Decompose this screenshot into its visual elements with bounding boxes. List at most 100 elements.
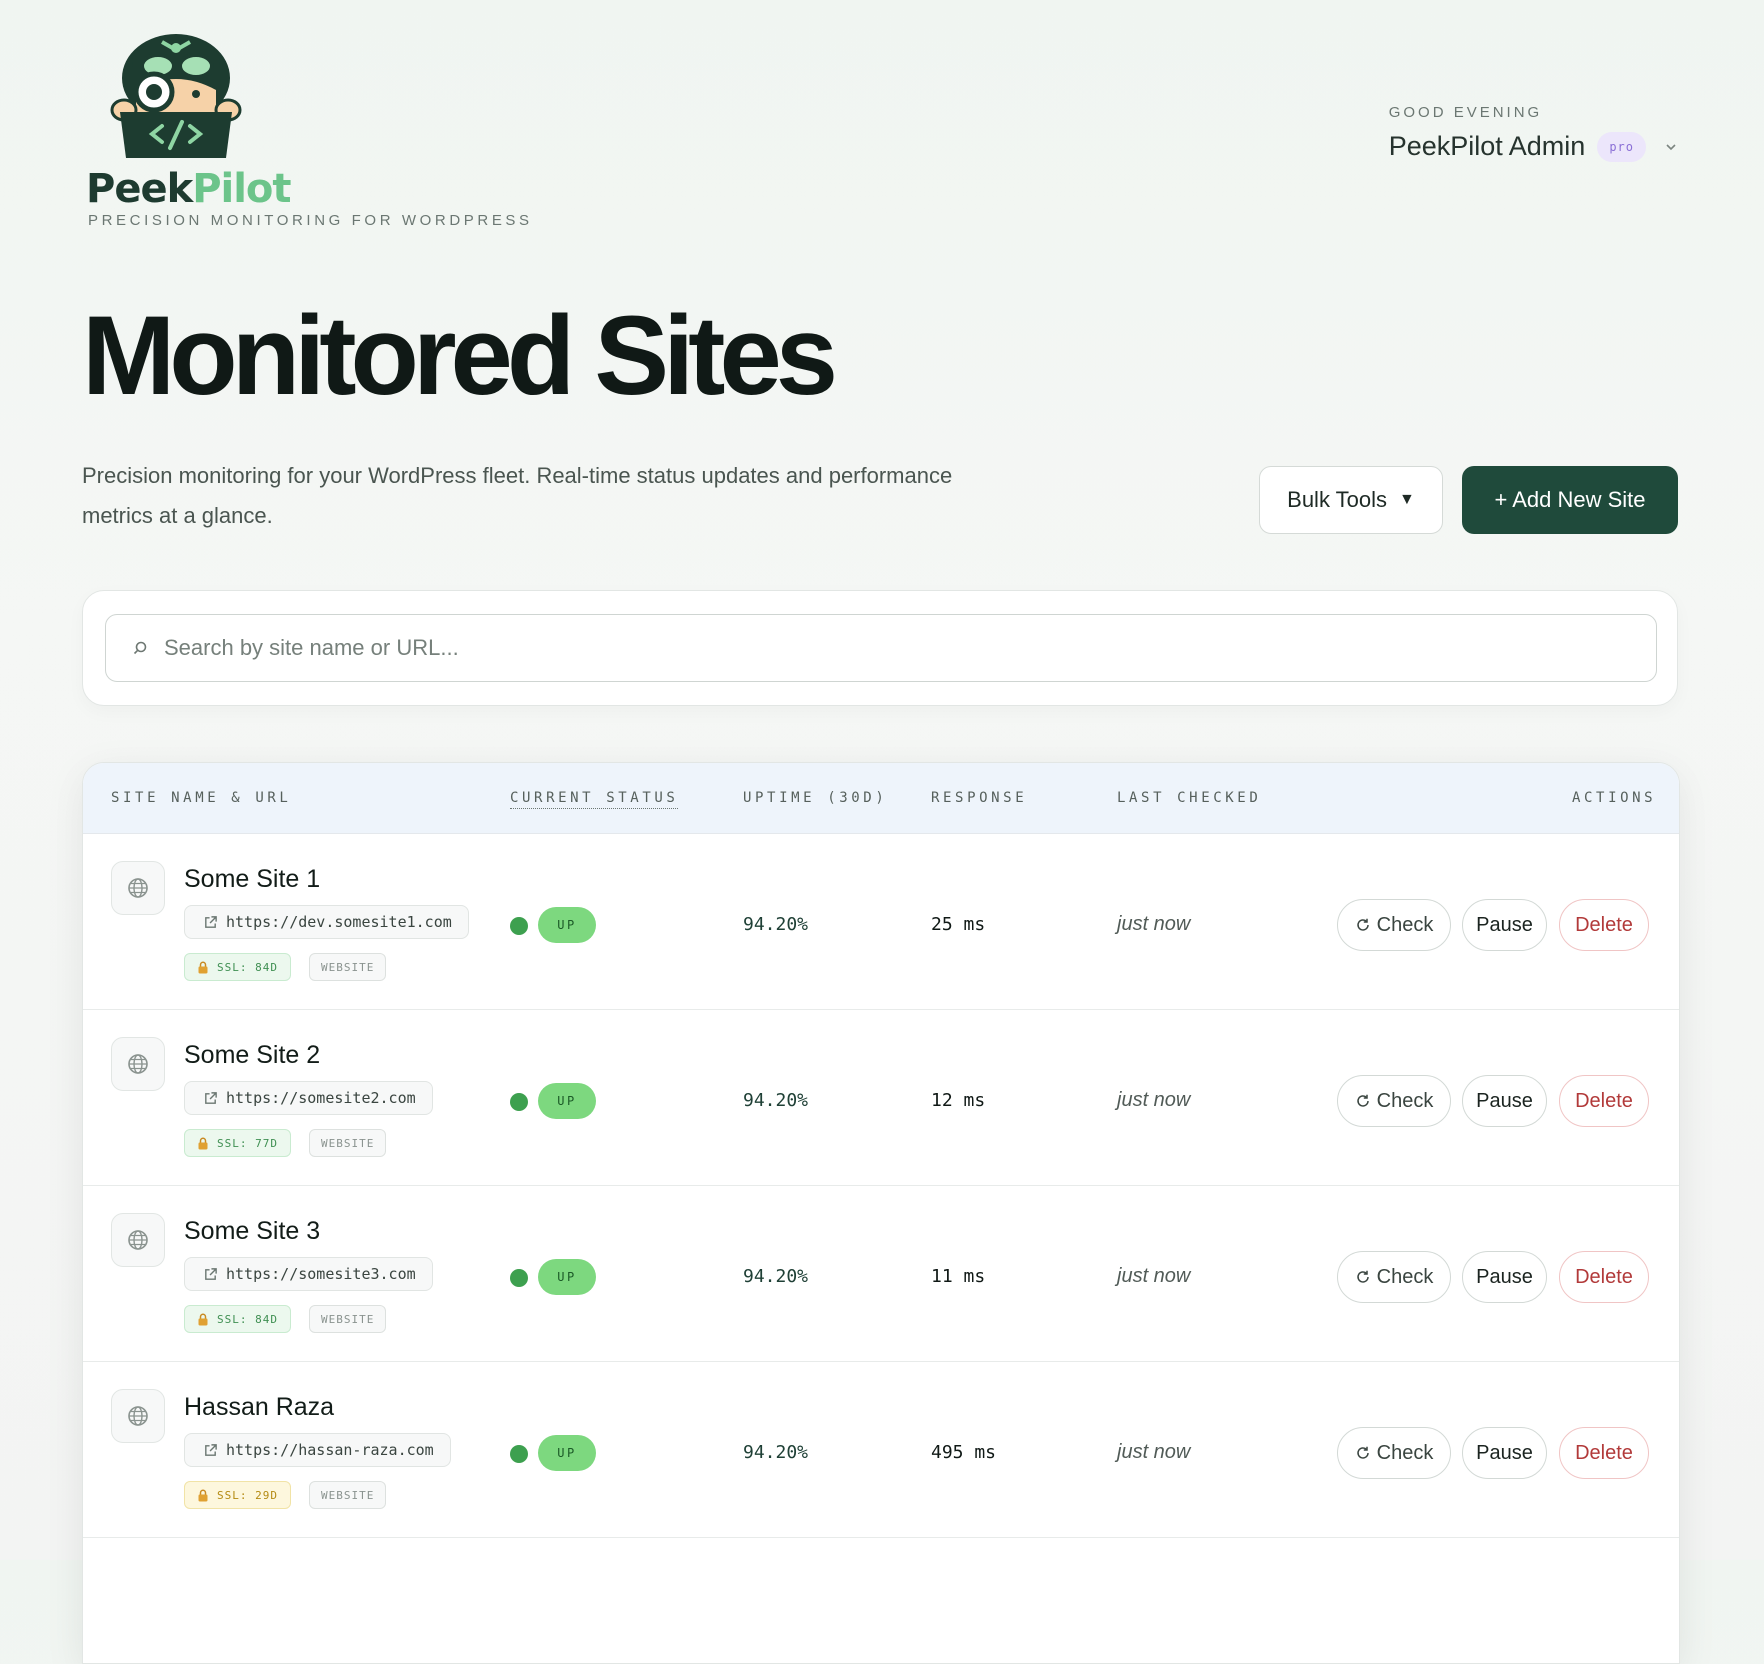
globe-icon	[111, 1389, 165, 1443]
status-dot	[510, 917, 528, 935]
site-name[interactable]: Some Site 2	[184, 1041, 320, 1070]
pause-button[interactable]: Pause	[1462, 1251, 1547, 1303]
delete-label: Delete	[1575, 1089, 1633, 1112]
ssl-badge: SSL: 84D	[184, 1305, 291, 1333]
site-name[interactable]: Some Site 1	[184, 865, 320, 894]
site-url: https://somesite3.com	[226, 1265, 416, 1283]
pause-button[interactable]: Pause	[1462, 1075, 1547, 1127]
user-name: PeekPilot Admin	[1388, 131, 1586, 161]
check-label: Check	[1376, 1265, 1434, 1288]
status-badge: UP	[538, 907, 596, 943]
sites-table: SITE NAME & URL CURRENT STATUS UPTIME (3…	[82, 762, 1680, 1664]
header-status[interactable]: CURRENT STATUS	[510, 790, 679, 809]
status-dot	[510, 1093, 528, 1111]
site-name[interactable]: Hassan Raza	[184, 1393, 334, 1422]
header-last-checked: LAST CHECKED	[1117, 790, 1262, 806]
caret-down-icon: ▼	[1399, 491, 1415, 508]
header-response: RESPONSE	[931, 790, 1028, 806]
ssl-days: SSL: 84D	[217, 960, 278, 974]
delete-button[interactable]: Delete	[1559, 1075, 1649, 1127]
search-input[interactable]	[162, 634, 1566, 662]
external-link-icon	[205, 915, 217, 928]
page-subtitle: Precision monitoring for your WordPress …	[82, 463, 953, 528]
site-name[interactable]: Some Site 3	[184, 1217, 320, 1246]
pro-badge: pro	[1597, 131, 1646, 162]
status-dot	[510, 1445, 528, 1463]
search-box[interactable]	[105, 614, 1657, 682]
user-row[interactable]: PeekPilot Admin pro	[1389, 131, 1678, 162]
globe-icon	[111, 1213, 165, 1267]
uptime-value: 94.20%	[743, 1266, 809, 1287]
check-button[interactable]: Check	[1337, 1251, 1451, 1303]
brand-name-part1: Peek	[86, 166, 193, 212]
refresh-icon	[1356, 1094, 1369, 1107]
user-menu[interactable]: GOOD EVENING PeekPilot Admin pro	[1389, 104, 1678, 162]
ssl-badge: SSL: 77D	[184, 1129, 291, 1157]
site-url-link[interactable]: https://hassan-raza.com	[184, 1433, 451, 1467]
external-link-icon	[205, 1267, 217, 1280]
mascot-logo-icon	[110, 34, 242, 158]
site-url: https://hassan-raza.com	[226, 1441, 434, 1459]
check-button[interactable]: Check	[1337, 899, 1451, 951]
site-url-link[interactable]: https://somesite2.com	[184, 1081, 433, 1115]
pause-label: Pause	[1476, 1265, 1533, 1288]
status-dot	[510, 1269, 528, 1287]
status-badge: UP	[538, 1083, 596, 1119]
response-time: 495 ms	[931, 1442, 997, 1463]
check-button[interactable]: Check	[1337, 1427, 1451, 1479]
site-type-badge: WEBSITE	[309, 1305, 387, 1333]
pause-button[interactable]: Pause	[1462, 899, 1547, 951]
table-row: Some Site 2 https://somesite2.com SSL: 7…	[83, 1009, 1679, 1186]
table-row: Some Site 1 https://dev.somesite1.com SS…	[83, 833, 1679, 1010]
greeting-label: GOOD EVENING	[1388, 104, 1543, 121]
external-link-icon	[205, 1443, 217, 1456]
ssl-days: SSL: 29D	[217, 1488, 278, 1502]
delete-button[interactable]: Delete	[1559, 899, 1649, 951]
uptime-value: 94.20%	[743, 1090, 809, 1111]
delete-label: Delete	[1575, 1441, 1633, 1464]
pause-label: Pause	[1476, 1089, 1533, 1112]
delete-label: Delete	[1575, 913, 1633, 936]
pause-label: Pause	[1476, 1441, 1533, 1464]
uptime-value: 94.20%	[743, 1442, 809, 1463]
response-time: 25 ms	[931, 914, 986, 935]
ssl-days: SSL: 84D	[217, 1312, 278, 1326]
response-time: 11 ms	[931, 1266, 986, 1287]
bulk-tools-button[interactable]: Bulk Tools ▼	[1259, 466, 1443, 534]
add-new-site-button[interactable]: + Add New Site	[1462, 466, 1678, 534]
chevron-down-icon[interactable]	[1664, 140, 1678, 154]
lock-icon	[198, 1313, 208, 1325]
lock-icon	[198, 1137, 208, 1149]
check-label: Check	[1376, 1441, 1434, 1464]
site-type-badge: WEBSITE	[309, 1481, 387, 1509]
site-url: https://dev.somesite1.com	[226, 913, 452, 931]
search-card	[82, 590, 1678, 706]
ssl-badge: SSL: 29D	[184, 1481, 291, 1509]
pause-button[interactable]: Pause	[1462, 1427, 1547, 1479]
brand-logo[interactable]: PeekPilot PRECISION MONITORING FOR WORDP…	[86, 28, 529, 238]
check-label: Check	[1376, 913, 1434, 936]
header-uptime: UPTIME (30D)	[743, 790, 888, 806]
table-header: SITE NAME & URL CURRENT STATUS UPTIME (3…	[83, 763, 1679, 834]
refresh-icon	[1356, 1446, 1369, 1459]
delete-button[interactable]: Delete	[1559, 1251, 1649, 1303]
ssl-days: SSL: 77D	[217, 1136, 278, 1150]
check-label: Check	[1376, 1089, 1434, 1112]
response-time: 12 ms	[931, 1090, 986, 1111]
check-button[interactable]: Check	[1337, 1075, 1451, 1127]
header: PeekPilot PRECISION MONITORING FOR WORDP…	[0, 0, 1764, 260]
site-url-link[interactable]: https://dev.somesite1.com	[184, 905, 469, 939]
ssl-badge: SSL: 84D	[184, 953, 291, 981]
last-checked: just now	[1117, 1089, 1191, 1111]
last-checked: just now	[1117, 913, 1191, 935]
delete-label: Delete	[1575, 1265, 1633, 1288]
table-row: Some Site 3 https://somesite3.com SSL: 8…	[83, 1185, 1679, 1362]
bulk-tools-label: Bulk Tools	[1287, 487, 1388, 512]
page-title: Monitored Sites	[82, 293, 838, 418]
site-type-badge: WEBSITE	[309, 1129, 387, 1157]
delete-button[interactable]: Delete	[1559, 1427, 1649, 1479]
site-type-badge: WEBSITE	[309, 953, 387, 981]
lock-icon	[198, 961, 208, 973]
site-url-link[interactable]: https://somesite3.com	[184, 1257, 433, 1291]
add-new-site-label: + Add New Site	[1494, 487, 1646, 512]
